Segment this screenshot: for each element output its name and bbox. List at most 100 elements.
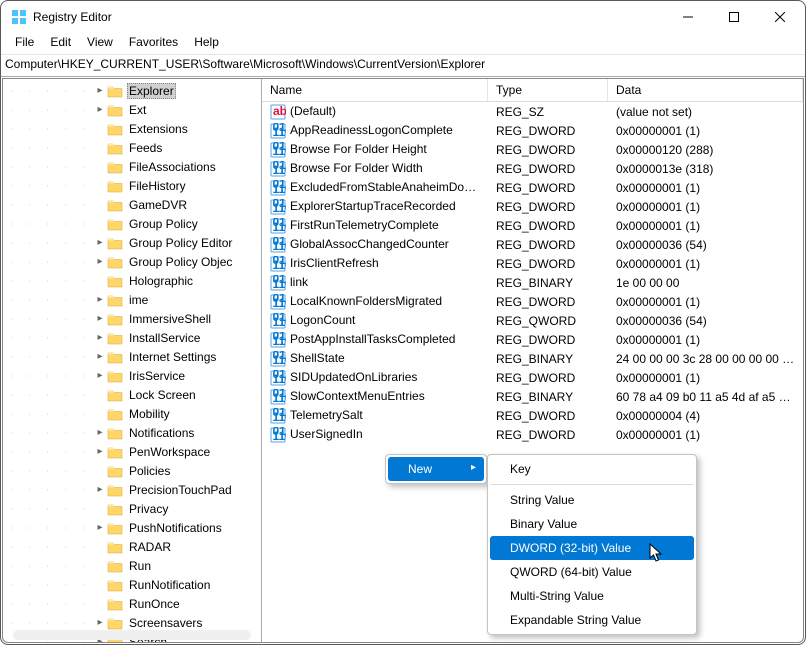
maximize-button[interactable] — [711, 1, 757, 33]
tree-item[interactable]: RunOnce — [3, 594, 261, 613]
value-name: TelemetrySalt — [290, 408, 363, 422]
expander-icon[interactable]: ▸ — [93, 427, 107, 438]
tree-item[interactable]: ▸Notifications — [3, 423, 261, 442]
expander-icon[interactable]: ▸ — [93, 237, 107, 248]
menu-favorites[interactable]: Favorites — [121, 33, 186, 54]
ctx-item-dword[interactable]: DWORD (32-bit) Value — [490, 536, 694, 560]
list-row[interactable]: (Default)REG_SZ(value not set) — [262, 102, 803, 121]
ctx-separator — [491, 484, 693, 485]
list-row[interactable]: Browse For Folder HeightREG_DWORD0x00000… — [262, 140, 803, 159]
tree-item[interactable]: Feeds — [3, 138, 261, 157]
list-row[interactable]: AppReadinessLogonCompleteREG_DWORD0x0000… — [262, 121, 803, 140]
expander-icon[interactable]: ▸ — [93, 484, 107, 495]
value-type: REG_DWORD — [488, 143, 608, 157]
value-type: REG_DWORD — [488, 124, 608, 138]
value-data: 0x00000004 (4) — [608, 409, 803, 423]
tree-item[interactable]: ▸InstallService — [3, 328, 261, 347]
tree-label: Ext — [127, 103, 148, 117]
list-row[interactable]: linkREG_BINARY1e 00 00 00 — [262, 273, 803, 292]
ctx-item-key[interactable]: Key — [490, 457, 694, 481]
list-row[interactable]: ExcludedFromStableAnaheimDownl...REG_DWO… — [262, 178, 803, 197]
ctx-item-new[interactable]: New — [388, 457, 484, 481]
list-row[interactable]: LocalKnownFoldersMigratedREG_DWORD0x0000… — [262, 292, 803, 311]
tree-panel: ▸Explorer▸ExtExtensionsFeedsFileAssociat… — [3, 79, 262, 642]
expander-icon[interactable]: ▸ — [93, 370, 107, 381]
tree-item[interactable]: ▸ PushNotifications — [3, 518, 261, 537]
expander-icon[interactable]: ▸ — [93, 313, 107, 324]
list-row[interactable]: PostAppInstallTasksCompletedREG_DWORD0x0… — [262, 330, 803, 349]
list-row[interactable]: SlowContextMenuEntriesREG_BINARY60 78 a4… — [262, 387, 803, 406]
expander-icon[interactable]: ▸ — [93, 446, 107, 457]
horizontal-scrollbar[interactable] — [13, 630, 251, 640]
app-icon — [11, 9, 27, 25]
tree-item[interactable]: Lock Screen — [3, 385, 261, 404]
expander-icon[interactable]: ▸ — [93, 294, 107, 305]
tree-item[interactable]: Mobility — [3, 404, 261, 423]
tree-item[interactable]: RunNotification — [3, 575, 261, 594]
list-row[interactable]: ExplorerStartupTraceRecordedREG_DWORD0x0… — [262, 197, 803, 216]
list-row[interactable]: UserSignedInREG_DWORD0x00000001 (1) — [262, 425, 803, 444]
tree-item[interactable]: FileAssociations — [3, 157, 261, 176]
column-name[interactable]: Name — [262, 79, 488, 101]
expander-icon[interactable]: ▸ — [93, 256, 107, 267]
list-row[interactable]: GlobalAssocChangedCounterREG_DWORD0x0000… — [262, 235, 803, 254]
ctx-item-multi-string[interactable]: Multi-String Value — [490, 584, 694, 608]
tree-label: GameDVR — [127, 198, 189, 212]
tree-item[interactable]: ▸Group Policy Objec — [3, 252, 261, 271]
address-bar[interactable]: Computer\HKEY_CURRENT_USER\Software\Micr… — [1, 55, 805, 77]
value-data: 0x00000120 (288) — [608, 143, 803, 157]
tree-item[interactable]: Privacy — [3, 499, 261, 518]
list-row[interactable]: IrisClientRefreshREG_DWORD0x00000001 (1) — [262, 254, 803, 273]
tree-item[interactable]: RADAR — [3, 537, 261, 556]
tree-label: PushNotifications — [127, 521, 224, 535]
close-button[interactable] — [757, 1, 803, 33]
tree-item[interactable]: Holographic — [3, 271, 261, 290]
tree-item[interactable]: Run — [3, 556, 261, 575]
tree-item[interactable]: ▸Group Policy Editor — [3, 233, 261, 252]
menu-view[interactable]: View — [79, 33, 121, 54]
column-data[interactable]: Data — [608, 79, 803, 101]
folder-icon — [107, 236, 123, 250]
tree-item[interactable]: GameDVR — [3, 195, 261, 214]
folder-icon — [107, 540, 123, 554]
list-row[interactable]: SIDUpdatedOnLibrariesREG_DWORD0x00000001… — [262, 368, 803, 387]
tree-item[interactable]: ▸PenWorkspace — [3, 442, 261, 461]
string-value-icon — [270, 104, 286, 120]
tree-item[interactable]: ▸PrecisionTouchPad — [3, 480, 261, 499]
menu-help[interactable]: Help — [186, 33, 227, 54]
expander-icon[interactable]: ▸ — [93, 522, 107, 533]
ctx-item-string[interactable]: String Value — [490, 488, 694, 512]
tree-item[interactable]: Group Policy — [3, 214, 261, 233]
expander-icon[interactable]: ▸ — [93, 85, 107, 96]
tree-item[interactable]: Policies — [3, 461, 261, 480]
expander-icon[interactable]: ▸ — [93, 351, 107, 362]
expander-icon[interactable]: ▸ — [93, 332, 107, 343]
tree-item[interactable]: ▸ImmersiveShell — [3, 309, 261, 328]
value-name: SlowContextMenuEntries — [290, 389, 425, 403]
ctx-item-qword[interactable]: QWORD (64-bit) Value — [490, 560, 694, 584]
tree-item[interactable]: ▸ IrisService — [3, 366, 261, 385]
folder-icon — [107, 274, 123, 288]
tree-item[interactable]: FileHistory — [3, 176, 261, 195]
tree-item[interactable]: Extensions — [3, 119, 261, 138]
value-type: REG_DWORD — [488, 238, 608, 252]
ctx-item-expandable-string[interactable]: Expandable String Value — [490, 608, 694, 632]
expander-icon[interactable]: ▸ — [93, 104, 107, 115]
minimize-button[interactable] — [665, 1, 711, 33]
list-row[interactable]: LogonCountREG_QWORD0x00000036 (54) — [262, 311, 803, 330]
tree-item[interactable]: ▸ime — [3, 290, 261, 309]
list-row[interactable]: ShellStateREG_BINARY24 00 00 00 3c 28 00… — [262, 349, 803, 368]
menu-edit[interactable]: Edit — [42, 33, 79, 54]
tree-label: IrisService — [127, 369, 187, 383]
tree-item[interactable]: ▸ Ext — [3, 100, 261, 119]
ctx-item-binary[interactable]: Binary Value — [490, 512, 694, 536]
list-row[interactable]: Browse For Folder WidthREG_DWORD0x000001… — [262, 159, 803, 178]
menu-file[interactable]: File — [7, 33, 42, 54]
list-row[interactable]: TelemetrySaltREG_DWORD0x00000004 (4) — [262, 406, 803, 425]
column-type[interactable]: Type — [488, 79, 608, 101]
folder-icon — [107, 597, 123, 611]
tree-item[interactable]: ▸Explorer — [3, 81, 261, 100]
expander-icon[interactable]: ▸ — [93, 617, 107, 628]
list-row[interactable]: FirstRunTelemetryCompleteREG_DWORD0x0000… — [262, 216, 803, 235]
tree-item[interactable]: ▸Internet Settings — [3, 347, 261, 366]
